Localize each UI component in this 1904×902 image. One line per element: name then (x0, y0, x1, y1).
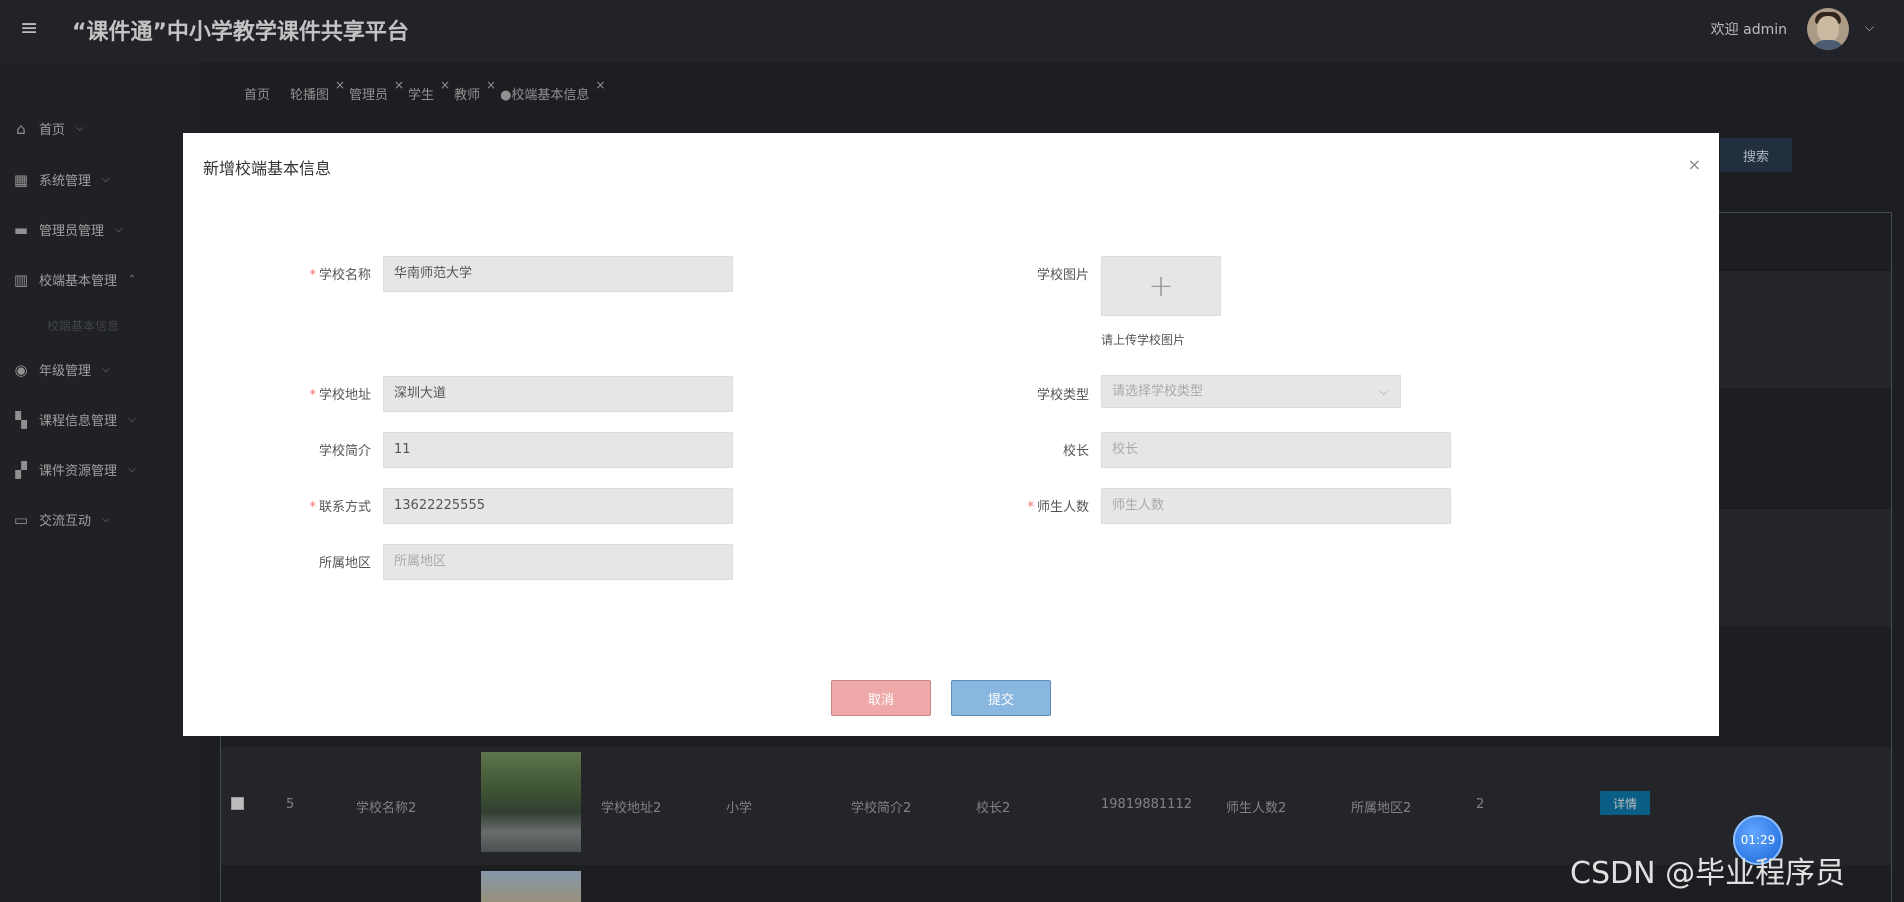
region-input[interactable]: 所属地区 (383, 544, 733, 580)
contact-label: * 联系方式 (309, 500, 371, 515)
school-name-input[interactable]: 华南师范大学 (383, 256, 733, 292)
principal-label: 校长 (1062, 444, 1089, 459)
school-intro-label: 学校简介 (318, 444, 371, 459)
school-image-label: 学校图片 (1036, 268, 1089, 283)
school-type-label: 学校类型 (1036, 388, 1089, 403)
headcount-input[interactable]: 师生人数 (1101, 488, 1451, 524)
school-type-select[interactable]: 请选择学校类型 ⌵ (1101, 375, 1401, 408)
watermark: CSDN @毕业程序员 (1570, 856, 1846, 891)
add-school-dialog: 新增校端基本信息 × * 学校名称 华南师范大学 * 学校地址 深圳大道 学校简介 … (183, 133, 1719, 736)
school-address-input[interactable]: 深圳大道 (383, 376, 733, 412)
headcount-label: * 师生人数 (1027, 500, 1089, 515)
chevron-down-icon: ⌵ (1379, 385, 1388, 398)
upload-hint: 请上传学校图片 (1101, 333, 1186, 347)
contact-input[interactable]: 13622225555 (383, 488, 733, 524)
school-name-label: * 学校名称 (309, 268, 371, 283)
cancel-button[interactable]: 取消 (831, 680, 931, 716)
principal-input[interactable]: 校长 (1101, 432, 1451, 468)
school-address-label: * 学校地址 (309, 388, 371, 403)
dialog-title: 新增校端基本信息 (203, 159, 332, 178)
region-label: 所属地区 (318, 556, 371, 571)
school-intro-input[interactable]: 11 (383, 432, 733, 468)
submit-button[interactable]: 提交 (951, 680, 1051, 716)
upload-image-button[interactable]: + (1101, 256, 1221, 316)
close-icon[interactable]: × (1688, 155, 1701, 174)
